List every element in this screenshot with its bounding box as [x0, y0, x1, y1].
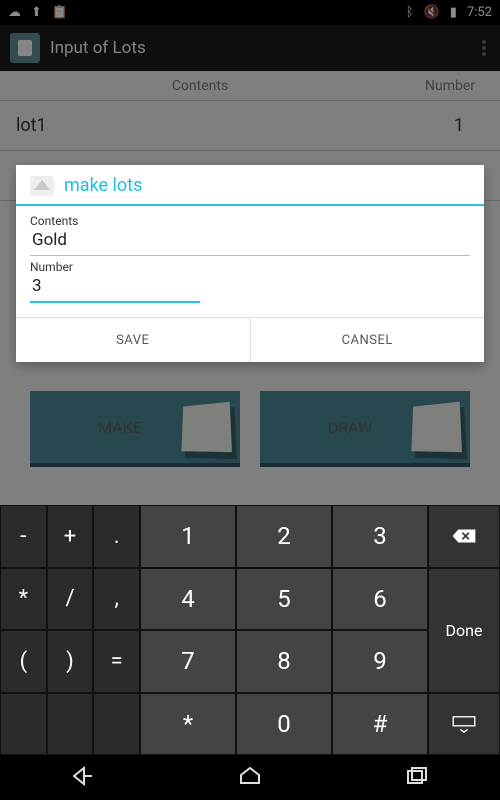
key-blank[interactable]: [93, 693, 140, 756]
dialog-icon: [30, 176, 54, 196]
key-2[interactable]: 2: [236, 505, 332, 568]
key-9[interactable]: 9: [332, 630, 428, 693]
key-asterisk[interactable]: *: [0, 568, 47, 631]
back-button[interactable]: [70, 765, 96, 791]
dialog-title: make lots: [64, 175, 142, 196]
key-8[interactable]: 8: [236, 630, 332, 693]
key-6[interactable]: 6: [332, 568, 428, 631]
navigation-bar: [0, 755, 500, 800]
key-plus[interactable]: +: [47, 505, 94, 568]
contents-input[interactable]: Gold: [30, 228, 470, 256]
key-equals[interactable]: =: [93, 630, 140, 693]
key-0[interactable]: 0: [236, 693, 332, 756]
home-button[interactable]: [237, 765, 263, 791]
make-label: MAKE: [98, 418, 142, 437]
key-7[interactable]: 7: [140, 630, 236, 693]
key-comma[interactable]: ,: [93, 568, 140, 631]
key-lparen[interactable]: (: [0, 630, 47, 693]
numeric-keyboard: - + . * / , ( ) = 1 2 3 4 5 6 7 8 9 * 0 …: [0, 505, 500, 755]
cancel-button[interactable]: CANSEL: [251, 318, 485, 362]
save-button[interactable]: SAVE: [16, 318, 251, 362]
recent-apps-button[interactable]: [404, 765, 430, 791]
key-blank[interactable]: [0, 693, 47, 756]
key-4[interactable]: 4: [140, 568, 236, 631]
key-1[interactable]: 1: [140, 505, 236, 568]
contents-label: Contents: [30, 214, 470, 228]
hide-keyboard-icon: [451, 715, 477, 733]
key-minus[interactable]: -: [0, 505, 47, 568]
key-slash[interactable]: /: [47, 568, 94, 631]
key-done[interactable]: Done: [428, 568, 500, 693]
key-hide-keyboard[interactable]: [428, 693, 500, 756]
backspace-icon: [451, 527, 477, 545]
key-3[interactable]: 3: [332, 505, 428, 568]
make-lots-dialog: make lots Contents Gold Number 3 SAVE CA…: [16, 165, 484, 362]
key-hash[interactable]: #: [332, 693, 428, 756]
key-backspace[interactable]: [428, 505, 500, 568]
number-input[interactable]: 3: [30, 274, 200, 303]
key-dot[interactable]: .: [93, 505, 140, 568]
key-rparen[interactable]: ): [47, 630, 94, 693]
dialog-header: make lots: [16, 165, 484, 206]
draw-label: DRAW: [328, 418, 372, 437]
number-label: Number: [30, 260, 470, 274]
key-star[interactable]: *: [140, 693, 236, 756]
key-blank[interactable]: [47, 693, 94, 756]
key-5[interactable]: 5: [236, 568, 332, 631]
